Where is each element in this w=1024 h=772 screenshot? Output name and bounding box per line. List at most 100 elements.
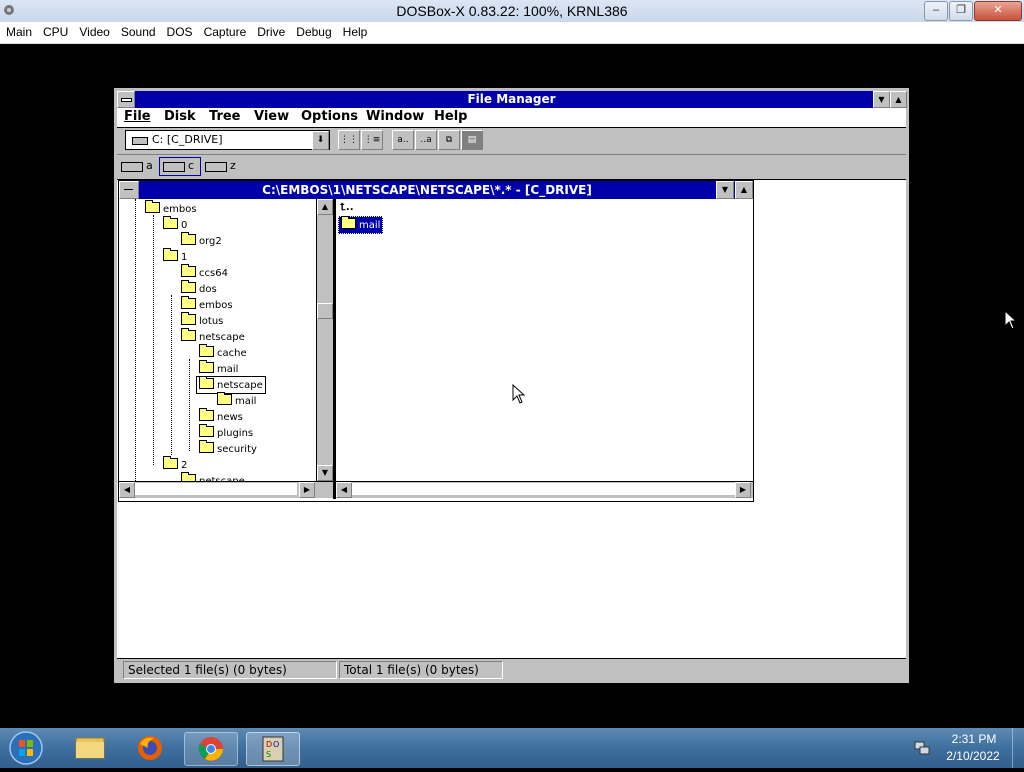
host-window-title: DOSBox-X 0.83.22: 100%, KRNL386 xyxy=(396,3,628,19)
taskbar: DOS 2:31 PM 2/10/2022 xyxy=(0,728,1024,768)
folder-icon xyxy=(181,280,196,293)
fm-menu-view[interactable]: View xyxy=(254,109,289,124)
menu-debug[interactable]: Debug xyxy=(290,22,336,39)
folder-icon xyxy=(181,264,196,277)
windows-explorer-icon[interactable] xyxy=(64,732,116,764)
svg-text:S: S xyxy=(266,750,271,759)
show-desktop-button[interactable] xyxy=(1012,728,1024,768)
restore-button[interactable]: ❐ xyxy=(949,1,973,21)
drive-a-label: a xyxy=(146,159,153,172)
scroll-thumb[interactable] xyxy=(317,303,333,319)
firefox-icon[interactable] xyxy=(124,732,176,764)
scroll-left-arrow-icon[interactable]: ◀ xyxy=(119,482,135,498)
parent-dir-label: .. xyxy=(345,202,354,213)
maximize-arrow-icon[interactable]: ▲ xyxy=(890,91,907,108)
scroll-right-arrow-icon[interactable]: ▶ xyxy=(735,482,751,498)
tree-item-label: lotus xyxy=(199,316,224,327)
child-minimize-arrow-icon[interactable]: ▼ xyxy=(716,181,734,199)
host-menu-bar: Main CPU Video Sound DOS Capture Drive Debug Hel… xyxy=(0,22,1024,44)
host-title-bar: DOSBox-X 0.83.22: 100%, KRNL386 – ❐ ✕ xyxy=(0,0,1024,23)
drive-a-button[interactable]: a xyxy=(121,159,153,174)
folder-icon xyxy=(163,216,178,229)
tree-item[interactable]: embos xyxy=(181,296,233,313)
network-tray-icon[interactable] xyxy=(914,740,930,756)
tree-pane: embos 0 org2 1 ccs64 dos embos lotus net… xyxy=(119,199,316,481)
minimize-button[interactable]: – xyxy=(924,1,948,21)
tree-item[interactable]: 0 xyxy=(163,216,187,233)
tree-item[interactable]: org2 xyxy=(181,232,222,249)
drive-c-button[interactable]: c xyxy=(159,157,201,176)
view-details-icon[interactable]: ‥a xyxy=(415,130,437,150)
tree-item[interactable]: netscape xyxy=(181,328,245,345)
menu-help[interactable]: Help xyxy=(337,22,373,39)
menu-main[interactable]: Main xyxy=(0,22,37,39)
clock-date[interactable]: 2/10/2022 xyxy=(940,749,1006,763)
tree-item-label: netscape xyxy=(217,380,263,391)
minimize-arrow-icon[interactable]: ▼ xyxy=(873,91,890,108)
start-button[interactable] xyxy=(6,729,46,767)
menu-video[interactable]: Video xyxy=(73,22,114,39)
hard-drive-icon xyxy=(163,162,185,172)
drive-dropdown[interactable]: C: [C_DRIVE] ⬇ xyxy=(125,130,330,150)
menu-dos[interactable]: DOS xyxy=(161,22,198,39)
clock-time[interactable]: 2:31 PM xyxy=(946,732,1002,746)
scroll-track[interactable] xyxy=(135,483,297,495)
view-name-icon[interactable]: a‥ xyxy=(392,130,414,150)
folder-icon xyxy=(163,456,178,469)
scroll-left-arrow-icon[interactable]: ◀ xyxy=(336,482,352,498)
child-system-menu-button[interactable] xyxy=(119,181,139,199)
tree-item[interactable]: netscape xyxy=(181,472,245,481)
tree-item[interactable]: cache xyxy=(199,344,247,361)
menu-drive[interactable]: Drive xyxy=(251,22,290,39)
dir-title-bar[interactable]: C:\EMBOS\1\NETSCAPE\NETSCAPE\*.* - [C_DR… xyxy=(119,181,753,199)
tree-item-label: ccs64 xyxy=(199,268,228,279)
fm-menu-file[interactable]: File xyxy=(124,109,151,124)
dosbox-icon[interactable]: DOS xyxy=(246,732,300,766)
tree-item[interactable]: 1 xyxy=(163,248,187,265)
sort-name-icon[interactable]: ⧉ xyxy=(438,130,460,150)
scroll-track[interactable] xyxy=(352,483,735,495)
scroll-down-arrow-icon[interactable]: ▼ xyxy=(317,465,333,481)
folder-icon xyxy=(181,296,196,309)
tree-item[interactable]: news xyxy=(199,408,243,425)
parent-dir-item[interactable]: ⮤.. xyxy=(340,200,354,216)
child-maximize-arrow-icon[interactable]: ▲ xyxy=(735,181,753,199)
fm-menu-window[interactable]: Window xyxy=(366,109,424,124)
tree-horizontal-scrollbar[interactable]: ◀ ▶ xyxy=(119,481,333,498)
tree-item-selected[interactable]: netscape xyxy=(196,376,266,394)
tree-item[interactable]: dos xyxy=(181,280,217,297)
drive-icon xyxy=(132,137,148,145)
scroll-right-arrow-icon[interactable]: ▶ xyxy=(299,482,315,498)
menu-sound[interactable]: Sound xyxy=(115,22,161,39)
tree-item[interactable]: mail xyxy=(217,392,256,409)
fm-menu-options[interactable]: Options xyxy=(301,109,358,124)
file-item-selected[interactable]: mail xyxy=(338,216,384,234)
scroll-up-arrow-icon[interactable]: ▲ xyxy=(317,199,333,215)
fm-menu-disk[interactable]: Disk xyxy=(164,109,196,124)
file-horizontal-scrollbar[interactable]: ◀ ▶ xyxy=(336,481,753,498)
drive-bar: a c z xyxy=(117,155,906,180)
menu-cpu[interactable]: CPU xyxy=(37,22,73,39)
fm-menu-help[interactable]: Help xyxy=(434,109,467,124)
sort-type-icon[interactable]: ▤ xyxy=(461,130,483,150)
connect-network-icon[interactable]: ⋮⋮ xyxy=(338,130,360,150)
chrome-icon[interactable] xyxy=(184,732,238,766)
tree-item[interactable]: lotus xyxy=(181,312,224,329)
close-button[interactable]: ✕ xyxy=(974,1,1022,21)
tree-item[interactable]: mail xyxy=(199,360,238,377)
folder-icon xyxy=(181,472,196,481)
dropdown-arrow-icon[interactable]: ⬇ xyxy=(312,131,329,150)
tree-item[interactable]: 2 xyxy=(163,456,187,473)
tree-vertical-scrollbar[interactable]: ▲ ▼ xyxy=(316,199,333,481)
status-total: Total 1 file(s) (0 bytes) xyxy=(339,661,503,679)
disconnect-network-icon[interactable]: ⋮≡ xyxy=(361,130,383,150)
tree-item[interactable]: security xyxy=(199,440,257,457)
fm-menu-tree[interactable]: Tree xyxy=(209,109,240,124)
tree-item[interactable]: plugins xyxy=(199,424,253,441)
menu-capture[interactable]: Capture xyxy=(198,22,252,39)
fm-title-bar[interactable]: File Manager ▼ ▲ xyxy=(117,91,907,108)
tree-item[interactable]: embos xyxy=(145,200,197,217)
drive-z-button[interactable]: z xyxy=(205,159,237,174)
tree-item[interactable]: ccs64 xyxy=(181,264,228,281)
tree-item-label: cache xyxy=(217,348,247,359)
